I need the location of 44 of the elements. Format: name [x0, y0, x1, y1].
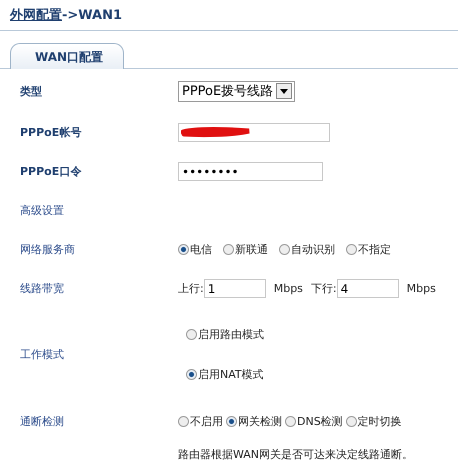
section-label: 高级设置 [20, 203, 65, 218]
radio-icon[interactable] [346, 244, 357, 255]
radio-icon[interactable] [279, 244, 290, 255]
tab[interactable]: WAN口配置 [10, 43, 124, 69]
dropdown-icon[interactable] [276, 83, 292, 99]
unit-label: Mbps [406, 282, 436, 295]
account-field[interactable] [178, 123, 330, 142]
radio-icon[interactable] [285, 416, 296, 426]
radio-icon[interactable] [178, 416, 189, 426]
radio-icon[interactable] [346, 416, 357, 426]
help-text: 路由器根据WAN网关是否可达来决定线路通断。 [178, 446, 414, 462]
unit-label: Mbps [274, 282, 303, 295]
radio-option[interactable]: 自动识别 [279, 242, 335, 257]
radio-option[interactable]: 不启用 [178, 414, 223, 428]
field-label: PPPoE口令 [20, 164, 82, 179]
radio-icon[interactable] [226, 416, 237, 426]
radio-option[interactable]: 定时切换 [346, 414, 402, 428]
radio-option[interactable]: 不指定 [346, 242, 391, 257]
field-label: 工作模式 [20, 346, 65, 362]
breadcrumb-link[interactable]: 外网配置 [10, 6, 62, 24]
field-label: PPPoE帐号 [20, 125, 82, 140]
radio-icon[interactable] [223, 244, 234, 255]
radio-icon[interactable] [178, 244, 189, 255]
field-label: 线路带宽 [20, 281, 65, 296]
download-field[interactable]: 4 [336, 279, 399, 298]
redaction-mark [181, 126, 251, 138]
download-label: 下行: [310, 281, 337, 296]
radio-option[interactable]: DNS检测 [285, 414, 343, 428]
radio-option[interactable]: 启用NAT模式 [186, 366, 264, 382]
type-select[interactable]: PPPoE拨号线路 [178, 80, 296, 102]
radio-option[interactable]: 启用路由模式 [186, 326, 264, 342]
page-title: WAN1 [78, 8, 122, 23]
radio-option[interactable]: 新联通 [223, 242, 268, 257]
field-label: 类型 [20, 84, 43, 98]
upload-field[interactable]: 1 [204, 279, 266, 298]
radio-icon[interactable] [186, 328, 197, 340]
field-label: 通断检测 [20, 414, 65, 428]
password-field[interactable]: •••••••• [178, 162, 323, 181]
radio-icon[interactable] [186, 368, 197, 380]
field-label: 网络服务商 [20, 242, 76, 257]
breadcrumb-separator: -> [62, 8, 78, 23]
upload-label: 上行: [178, 281, 204, 296]
radio-option[interactable]: 电信 [178, 242, 212, 257]
radio-option[interactable]: 网关检测 [226, 414, 282, 428]
